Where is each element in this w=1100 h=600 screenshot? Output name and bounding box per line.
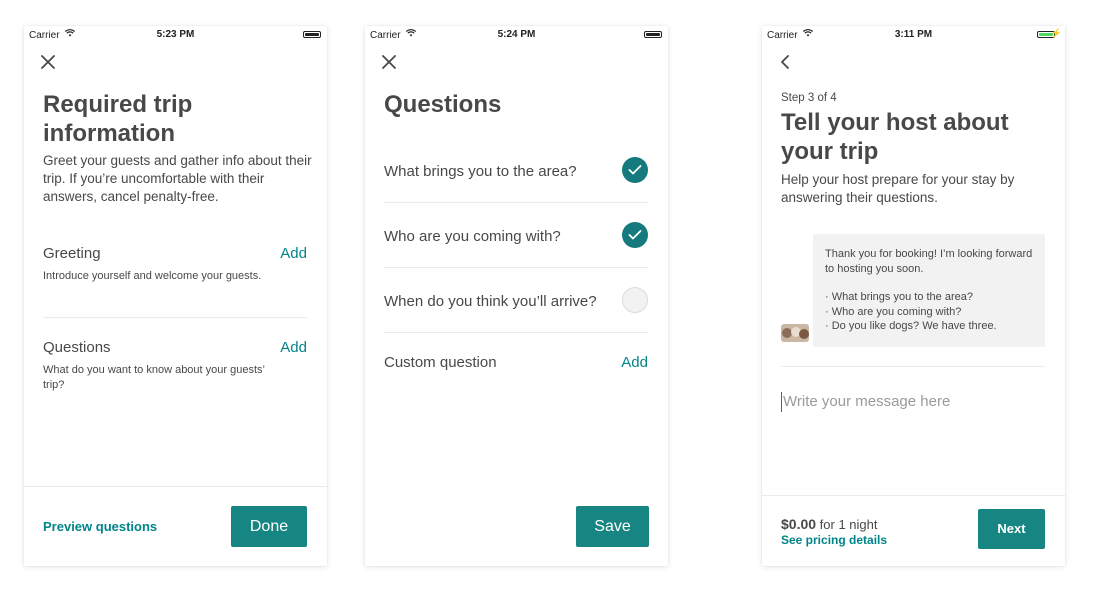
page-title: Tell your host about your trip <box>781 109 1009 165</box>
status-bar: Carrier 5:23 PM <box>24 26 327 44</box>
clock: 5:24 PM <box>497 29 536 40</box>
host-message-bubble: Thank you for booking! I’m looking forwa… <box>813 234 1045 347</box>
next-button[interactable]: Next <box>978 509 1045 549</box>
host-question-item: · Do you like dogs? We have three. <box>825 320 997 332</box>
question-text: Who are you coming with? <box>384 228 561 245</box>
step-indicator: Step 3 of 4 <box>781 92 837 104</box>
done-button[interactable]: Done <box>231 506 307 547</box>
question-text: When do you think you’ll arrive? <box>384 293 597 310</box>
divider <box>781 366 1045 367</box>
add-custom-question-link[interactable]: Add <box>621 354 648 371</box>
clock: 5:23 PM <box>156 29 195 40</box>
clock: 3:11 PM <box>894 29 933 40</box>
host-question-item: · Who are you coming with? <box>825 305 962 318</box>
add-questions-link[interactable]: Add <box>280 339 307 356</box>
question-text: What brings you to the area? <box>384 163 577 180</box>
footer-divider <box>24 486 327 487</box>
price-amount: $0.00 <box>781 516 817 532</box>
charging-bolt-icon: ⚡ <box>1050 28 1062 38</box>
unchecked-circle-icon[interactable] <box>622 287 648 313</box>
page-subtitle: Greet your guests and gather info about … <box>43 153 312 204</box>
screen-required-trip-info: Carrier 5:23 PM Required trip informatio… <box>24 26 327 566</box>
divider <box>384 202 648 203</box>
host-avatar <box>781 324 809 342</box>
page-title: Questions <box>384 91 502 118</box>
add-greeting-link[interactable]: Add <box>280 245 307 262</box>
page-title: Required trip information <box>43 91 193 147</box>
message-input[interactable] <box>781 393 1043 410</box>
checked-icon[interactable] <box>622 157 648 183</box>
price-suffix: for 1 night <box>816 517 878 532</box>
screen-tell-your-host: Carrier 3:11 PM ⚡ Step 3 of 4 Tell your … <box>762 26 1065 566</box>
footer-divider <box>762 495 1065 496</box>
question-row[interactable]: When do you think you’ll arrive? <box>384 269 648 333</box>
greeting-label: Greeting <box>43 245 101 262</box>
divider <box>384 267 648 268</box>
checked-icon[interactable] <box>622 222 648 248</box>
see-pricing-details-link[interactable]: See pricing details <box>781 533 887 547</box>
greeting-description: Introduce yourself and welcome your gues… <box>43 270 262 282</box>
battery-icon <box>644 31 662 38</box>
question-row[interactable]: Who are you coming with? <box>384 204 648 268</box>
battery-icon <box>303 31 321 38</box>
screen-questions: Carrier 5:24 PM Questions What brings yo… <box>365 26 668 566</box>
status-bar: Carrier 3:11 PM ⚡ <box>762 26 1065 44</box>
divider <box>384 332 648 333</box>
status-bar: Carrier 5:24 PM <box>365 26 668 44</box>
host-message-intro: Thank you for booking! I’m looking forwa… <box>825 248 1033 275</box>
host-question-item: · What brings you to the area? <box>825 291 973 303</box>
questions-label: Questions <box>43 339 111 356</box>
questions-description: What do you want to know about your gues… <box>43 364 265 391</box>
price-summary: $0.00 for 1 night <box>781 516 877 532</box>
preview-questions-link[interactable]: Preview questions <box>43 519 157 534</box>
divider <box>43 317 307 318</box>
custom-question-label: Custom question <box>384 354 497 371</box>
question-row[interactable]: What brings you to the area? <box>384 139 648 203</box>
close-icon[interactable] <box>38 52 58 72</box>
back-chevron-icon[interactable] <box>776 52 796 72</box>
close-icon[interactable] <box>379 52 399 72</box>
save-button[interactable]: Save <box>576 506 649 547</box>
page-subtitle: Help your host prepare for your stay by … <box>781 172 1015 205</box>
